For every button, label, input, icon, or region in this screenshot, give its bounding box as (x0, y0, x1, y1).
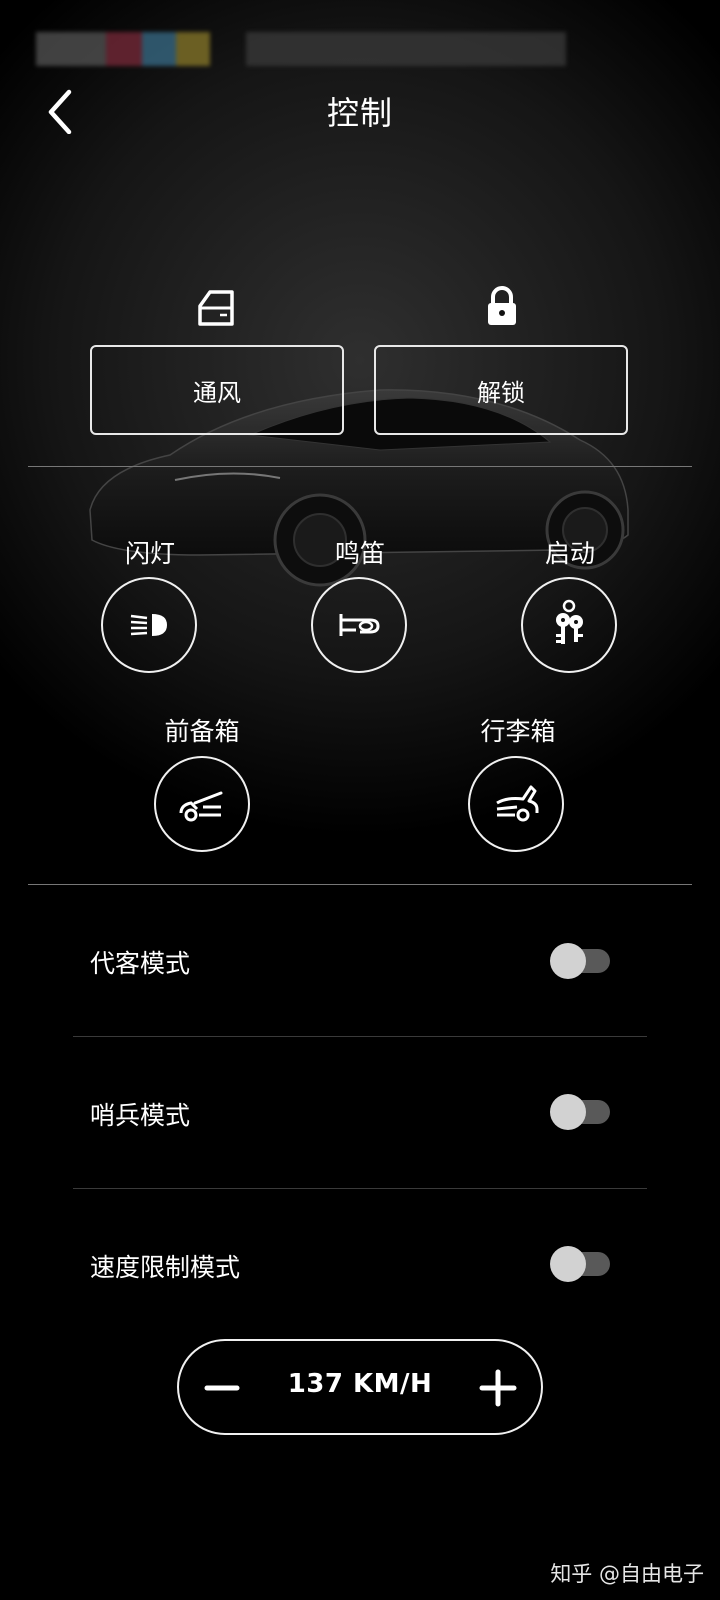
unlock-button[interactable]: 解锁 (374, 345, 628, 435)
flash-lights-button[interactable] (101, 577, 197, 673)
valet-mode-label: 代客模式 (90, 949, 191, 978)
divider (73, 1188, 647, 1189)
honk-button[interactable] (311, 577, 407, 673)
valet-mode-toggle[interactable] (550, 943, 610, 979)
lock-icon (488, 286, 516, 325)
frunk-button[interactable] (154, 756, 250, 852)
increase-speed-button[interactable] (473, 1363, 523, 1413)
divider (28, 884, 692, 885)
trunk-button[interactable] (468, 756, 564, 852)
controls-screen: 控制 通风 解锁 闪灯 鸣笛 启动 前备箱 行李箱 代客模式 哨兵模式 速度限制… (0, 0, 720, 1600)
toggle-knob (550, 943, 586, 979)
header: 控制 (0, 80, 720, 140)
page-title: 控制 (326, 94, 393, 132)
start-button[interactable] (521, 577, 617, 673)
speed-limit-mode-toggle[interactable] (550, 1246, 610, 1282)
sentry-mode-label: 哨兵模式 (90, 1101, 191, 1130)
sentry-mode-toggle[interactable] (550, 1094, 610, 1130)
frunk-label: 前备箱 (164, 717, 240, 746)
window-icon (198, 290, 234, 326)
headlight-icon (130, 614, 167, 636)
ventilate-button[interactable]: 通风 (90, 345, 344, 435)
honk-label: 鸣笛 (334, 539, 385, 568)
speed-limit-mode-label: 速度限制模式 (90, 1253, 241, 1282)
toggle-knob (550, 1094, 586, 1130)
watermark: 知乎 @自由电子 (550, 1562, 704, 1586)
start-label: 启动 (544, 539, 595, 568)
horn-icon (339, 614, 380, 636)
frunk-icon (179, 791, 223, 822)
speed-limit-stepper: 137 KM/H (177, 1339, 543, 1435)
trunk-label: 行李箱 (480, 717, 556, 746)
keys-icon (556, 599, 583, 644)
toggle-knob (550, 1246, 586, 1282)
status-bar-blurred (36, 32, 566, 70)
divider (73, 1036, 647, 1037)
plus-icon (479, 1369, 517, 1407)
trunk-icon (496, 785, 539, 822)
divider (28, 466, 692, 467)
flash-lights-label: 闪灯 (124, 539, 175, 568)
